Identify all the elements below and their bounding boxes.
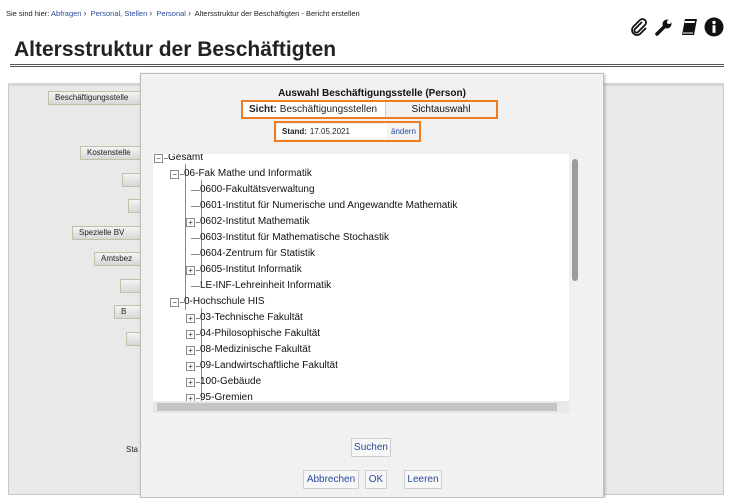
toolbar — [628, 16, 725, 38]
tree-item[interactable]: 0604-Zentrum für Statistik — [200, 246, 315, 262]
book-icon[interactable] — [678, 16, 700, 38]
expand-icon[interactable]: + — [186, 378, 195, 387]
collapse-icon[interactable]: − — [154, 154, 163, 163]
view-label: Sicht: — [249, 104, 277, 115]
collapse-icon[interactable]: − — [170, 170, 179, 179]
bg-button-4[interactable] — [128, 199, 140, 213]
view-select-button[interactable]: Sichtauswahl — [385, 102, 496, 117]
bg-button-kostenstelle[interactable]: Kostenstelle — [80, 146, 140, 160]
tree-item[interactable]: 0-Hochschule HIS — [184, 294, 265, 310]
expand-icon[interactable]: + — [186, 218, 195, 227]
tree-item[interactable]: 0602-Institut Mathematik — [200, 214, 310, 230]
expand-icon[interactable]: + — [186, 346, 195, 355]
collapse-icon[interactable]: − — [170, 298, 179, 307]
search-button[interactable]: Suchen — [351, 438, 391, 457]
breadcrumb-link-personal-stellen[interactable]: Personal, Stellen — [91, 9, 148, 18]
tree-item[interactable]: Gesamt — [168, 154, 203, 166]
tree-item[interactable]: 06-Fak Mathe und Informatik — [184, 166, 312, 182]
date-value: 17.05.2021 — [309, 127, 350, 136]
breadcrumb-prefix: Sie sind hier: — [6, 9, 50, 18]
expand-icon[interactable]: + — [186, 362, 195, 371]
bg-label-sta: Sta — [126, 445, 139, 454]
chevron-right-icon: › — [149, 8, 153, 18]
bg-button-spezielle-bv[interactable]: Spezielle BV — [72, 226, 140, 240]
tree-item[interactable]: 0600-Fakultätsverwaltung — [200, 182, 315, 198]
tree-item[interactable]: 03-Technische Fakultät — [200, 310, 303, 326]
tree-vertical-scrollbar[interactable] — [569, 154, 581, 413]
view-value: Beschäftigungsstellen — [279, 104, 378, 115]
tree-item[interactable]: 0603-Institut für Mathematische Stochast… — [200, 230, 389, 246]
wrench-icon[interactable] — [653, 16, 675, 38]
tree-item[interactable]: 0601-Institut für Numerische und Angewan… — [200, 198, 457, 214]
bg-button-amtsbez[interactable]: Amtsbez — [94, 252, 140, 266]
expand-icon[interactable]: + — [186, 266, 195, 275]
tree-item[interactable]: 08-Medizinische Fakultät — [200, 342, 311, 358]
title-divider — [10, 64, 724, 67]
date-selector: Stand: 17.05.2021 ändern — [274, 121, 421, 142]
bg-button-8[interactable]: B — [114, 305, 140, 319]
tree-item[interactable]: 04-Philosophische Fakultät — [200, 326, 320, 342]
info-icon[interactable] — [703, 16, 725, 38]
view-selector: Sicht: Beschäftigungsstellen Sichtauswahl — [241, 100, 498, 119]
page-title: Altersstruktur der Beschäftigten — [14, 38, 337, 61]
chevron-right-icon: › — [83, 8, 87, 18]
paperclip-icon[interactable] — [628, 16, 650, 38]
selection-dialog: Auswahl Beschäftigungsstelle (Person) Si… — [140, 73, 604, 498]
tree-item[interactable]: 100-Gebäude — [200, 374, 261, 390]
bg-button-7[interactable] — [120, 279, 140, 293]
date-label: Stand: — [282, 127, 307, 136]
clear-button[interactable]: Leeren — [404, 470, 442, 489]
bg-button-9[interactable] — [126, 332, 140, 346]
breadcrumb: Sie sind hier: Abfragen › Personal, Stell… — [6, 8, 360, 18]
scroll-thumb[interactable] — [572, 159, 578, 281]
scroll-thumb[interactable] — [157, 403, 557, 411]
cancel-button[interactable]: Abbrechen — [303, 470, 359, 489]
breadcrumb-link-personal[interactable]: Personal — [156, 9, 186, 18]
ok-button[interactable]: OK — [365, 470, 387, 489]
change-date-link[interactable]: ändern — [387, 127, 416, 136]
dialog-title: Auswahl Beschäftigungsstelle (Person) — [278, 88, 466, 99]
expand-icon[interactable]: + — [186, 330, 195, 339]
tree-item[interactable]: 09-Landwirtschaftliche Fakultät — [200, 358, 338, 374]
breadcrumb-current: Altersstruktur der Beschäftigten - Beric… — [194, 9, 360, 18]
bg-button-beschaeftigungsstelle[interactable]: Beschäftigungsstelle — [48, 91, 140, 105]
org-tree[interactable]: − Gesamt −06-Fak Mathe und Informatik 0600-… — [153, 154, 581, 413]
tree-horizontal-scrollbar[interactable] — [153, 401, 569, 413]
breadcrumb-link-abfragen[interactable]: Abfragen — [51, 9, 81, 18]
expand-icon[interactable]: + — [186, 314, 195, 323]
chevron-right-icon: › — [187, 8, 191, 18]
tree-item[interactable]: 0605-Institut Informatik — [200, 262, 302, 278]
tree-item[interactable]: LE-INF-Lehreinheit Informatik — [200, 278, 331, 294]
bg-button-3[interactable] — [122, 173, 140, 187]
